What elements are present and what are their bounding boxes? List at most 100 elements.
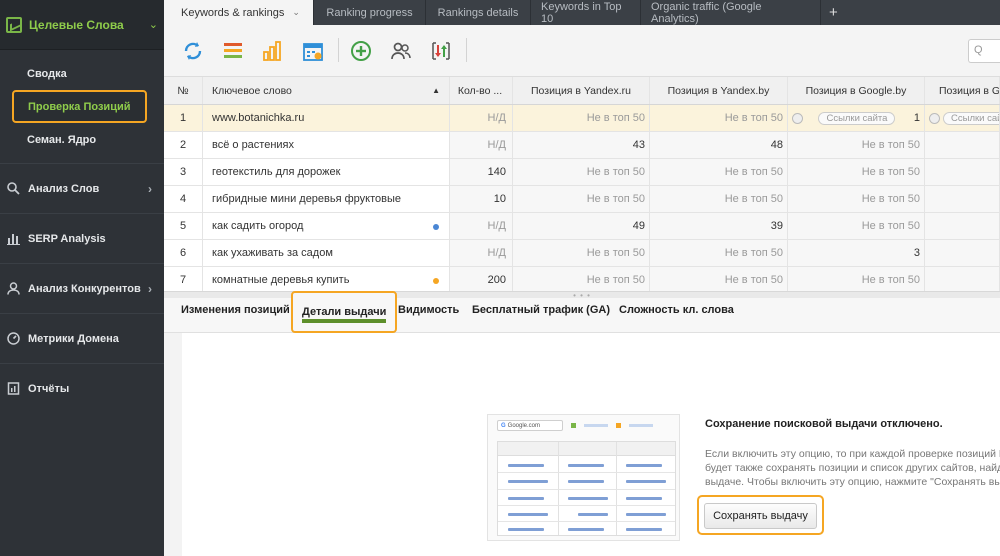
row-google-by: Ссылки сайта 1 [788,105,925,131]
google-logo-icon: G [501,422,506,429]
row-volume: Н/Д [450,240,513,266]
column-header-keyword[interactable]: Ключевое слово ▲ [203,77,450,104]
panel-splitter[interactable]: • • • [164,291,1000,300]
bars-chart-icon[interactable] [259,38,285,64]
tab-position-changes[interactable]: Изменения позиций [181,298,290,322]
tab-organic-traffic[interactable]: Organic traffic (Google Analytics) [641,0,821,25]
sidebar-section-label: Целевые Слова [29,17,124,32]
tab-free-traffic-ga[interactable]: Бесплатный трафик (GA) [472,298,610,322]
table-row[interactable]: 5 как садить огород Н/Д 49 39 Не в топ 5… [164,213,1000,240]
row-number: 4 [164,186,203,212]
link-icon [792,112,803,124]
orange-marker-dot [433,278,439,284]
refresh-icon[interactable] [180,38,206,64]
row-volume: Н/Д [450,213,513,239]
row-keyword: всё о растениях [203,132,450,158]
save-serp-button[interactable]: Сохранять выдачу [704,503,817,529]
sidebar-item-label: Метрики Домена [28,332,119,345]
serp-details-area: G Google.com Сохранение поисковой выдачи… [164,333,1000,556]
serp-preview-illustration: G Google.com [487,414,680,541]
row-google-by: 3 [788,240,925,266]
table-row[interactable]: 2 всё о растениях Н/Д 43 48 Не в топ 50 [164,132,1000,159]
column-header-yandex-ru[interactable]: Позиция в Yandex.ru [513,77,650,104]
sidebar-section-target-keywords[interactable]: Целевые Слова ⌄ [0,0,164,50]
tab-serp-details[interactable]: Детали выдачи [291,291,398,333]
list-icon[interactable] [220,38,246,64]
row-yandex-by: 39 [650,213,788,239]
legend-line [584,424,608,427]
search-input[interactable]: Q [968,39,1000,63]
active-tab-indicator [302,319,387,323]
sidebar-item-keyword-research[interactable]: Анализ Слов › [0,163,164,213]
row-keyword: гибридные мини деревья фруктовые [203,186,450,212]
description-line: будет также сохранять позиции и список д… [705,462,1000,474]
search-icon: Q [974,44,983,56]
column-header-yandex-by[interactable]: Позиция в Yandex.by [650,77,788,104]
serp-details-panel: G Google.com Сохранение поисковой выдачи… [182,333,1000,556]
row-google-by: Не в топ 50 [788,132,925,158]
sort-updown-icon[interactable] [428,38,454,64]
user-icon [6,282,20,296]
chevron-down-icon: ⌄ [148,19,158,31]
add-icon[interactable] [348,38,374,64]
row-google-2 [925,186,1000,212]
keywords-table: № Ключевое слово ▲ Кол-во ... Позиция в … [164,77,1000,294]
row-google-2 [925,267,1000,293]
column-header-num[interactable]: № [164,77,203,104]
row-number: 5 [164,213,203,239]
sidebar-item-reports[interactable]: Отчёты [0,363,164,413]
row-yandex-ru: Не в топ 50 [513,159,650,185]
tab-keywords-rankings[interactable]: Keywords & rankings ⌄ [164,0,314,25]
sidebar-item-competitors[interactable]: Анализ Конкурентов › [0,263,164,313]
row-google-by-value: 1 [913,112,920,124]
row-keyword: как ухаживать за садом [203,240,450,266]
column-header-google-2[interactable]: Позиция в G [925,77,1000,104]
sidebar-item-domain-metrics[interactable]: Метрики Домена [0,313,164,363]
row-yandex-by: Не в топ 50 [650,267,788,293]
tab-ranking-progress[interactable]: Ranking progress [314,0,426,25]
table-row[interactable]: 3 геотекстиль для дорожек 140 Не в топ 5… [164,159,1000,186]
add-tab-button[interactable]: + [821,0,846,25]
row-yandex-ru: Не в топ 50 [513,186,650,212]
tab-keyword-difficulty[interactable]: Сложность кл. слова [619,298,734,322]
table-row[interactable]: 4 гибридные мини деревья фруктовые 10 Не… [164,186,1000,213]
link-icon [929,112,940,124]
row-yandex-ru: 49 [513,213,650,239]
serp-disabled-description: Если включить эту опцию, то при каждой п… [705,447,1000,489]
row-number: 6 [164,240,203,266]
row-yandex-by: Не в топ 50 [650,240,788,266]
sidebar-item-summary[interactable]: Сводка [0,57,164,90]
tab-label: Keywords & rankings [181,6,285,19]
row-google-2: Ссылки сайта [925,105,1000,131]
users-icon[interactable] [388,38,414,64]
toolbar: Q [164,25,1000,77]
table-header: № Ключевое слово ▲ Кол-во ... Позиция в … [164,77,1000,105]
column-header-volume[interactable]: Кол-во ... [450,77,513,104]
calendar-icon[interactable] [300,38,326,64]
table-row[interactable]: 1 www.botanichka.ru Н/Д Не в топ 50 Не в… [164,105,1000,132]
column-header-google-by[interactable]: Позиция в Google.by [788,77,925,104]
sort-asc-icon: ▲ [432,86,440,95]
description-line: выдаче. Чтобы включить эту опцию, нажмит… [705,476,1000,488]
trend-chart-icon [6,16,22,33]
search-icon [6,182,20,196]
sidebar-item-semantic-core[interactable]: Семан. Ядро [0,123,164,156]
description-line: Если включить эту опцию, то при каждой п… [705,448,1000,460]
row-google-2 [925,240,1000,266]
row-number: 2 [164,132,203,158]
tab-keywords-top10[interactable]: Keywords in Top 10 [531,0,641,25]
row-volume: 140 [450,159,513,185]
chevron-down-icon[interactable]: ⌄ [292,7,300,18]
serp-disabled-title: Сохранение поисковой выдачи отключено. [705,418,943,430]
tab-visibility[interactable]: Видимость [398,298,459,322]
table-row[interactable]: 6 как ухаживать за садом Н/Д Не в топ 50… [164,240,1000,267]
chevron-right-icon: › [148,281,152,296]
tab-rankings-details[interactable]: Rankings details [426,0,531,25]
sidebar-item-rank-tracking[interactable]: Проверка Позиций [12,90,147,123]
sidebar-item-label: Анализ Конкурентов [28,282,141,295]
row-google-2 [925,159,1000,185]
row-yandex-ru: 43 [513,132,650,158]
blue-marker-dot [433,224,439,230]
sidebar-item-serp-analysis[interactable]: SERP Analysis [0,213,164,263]
row-volume: 200 [450,267,513,293]
